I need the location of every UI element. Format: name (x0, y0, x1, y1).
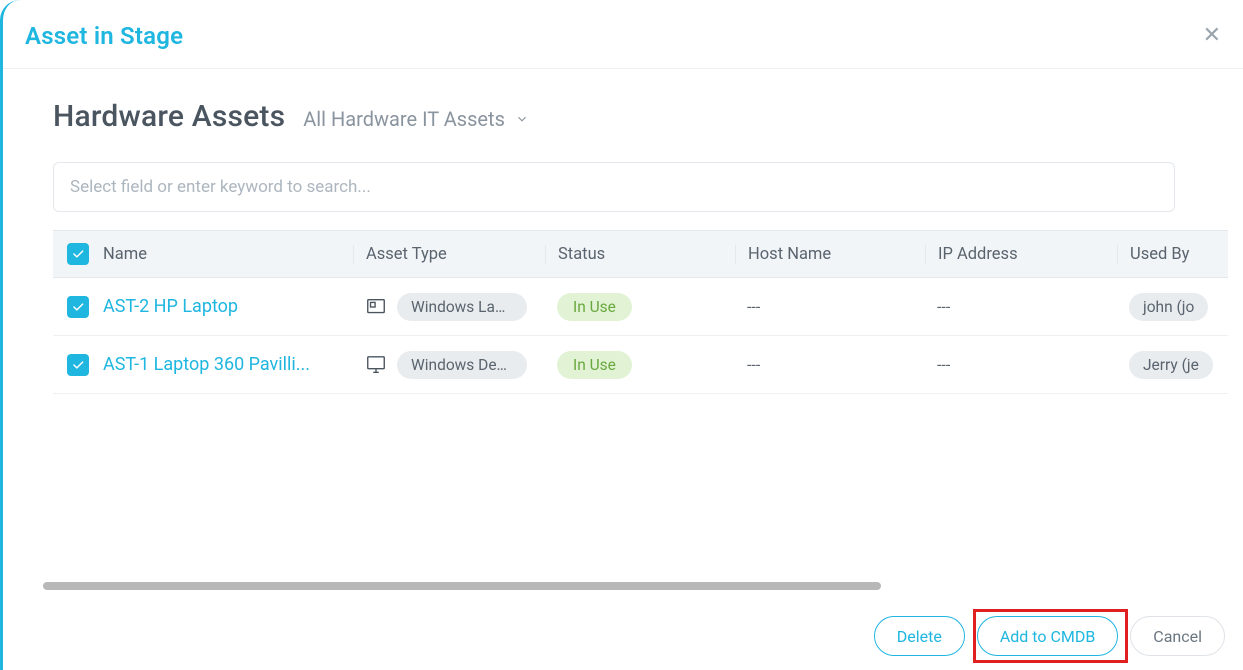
search-input[interactable] (53, 162, 1175, 212)
used-by-pill: Jerry (je (1129, 351, 1213, 379)
select-all-checkbox[interactable] (67, 243, 89, 265)
row-checkbox[interactable] (67, 296, 89, 318)
asset-type-cell: Windows Lap... (365, 293, 545, 321)
desktop-icon (365, 354, 387, 376)
column-header-asset-type[interactable]: Asset Type (353, 245, 545, 264)
host-name-value: --- (735, 355, 925, 374)
add-to-cmdb-button[interactable]: Add to CMDB (977, 616, 1118, 656)
status-badge: In Use (557, 293, 632, 321)
table-header-row: Name Asset Type Status Host Name IP Addr… (53, 230, 1228, 278)
table-row: AST-2 HP Laptop Windows Lap... In Use --… (53, 278, 1228, 336)
asset-type-cell: Windows Des... (365, 351, 545, 379)
modal-title: Asset in Stage (25, 22, 183, 50)
close-icon[interactable]: ✕ (1203, 25, 1221, 47)
asset-name-link[interactable]: AST-2 HP Laptop (103, 296, 343, 317)
filter-label: All Hardware IT Assets (303, 107, 505, 131)
laptop-icon (365, 296, 387, 318)
asset-type-pill: Windows Des... (397, 351, 527, 379)
row-checkbox[interactable] (67, 354, 89, 376)
column-header-ip-address[interactable]: IP Address (925, 245, 1117, 264)
host-name-value: --- (735, 297, 925, 316)
content-area: Hardware Assets All Hardware IT Assets N… (3, 69, 1243, 394)
asset-table: Name Asset Type Status Host Name IP Addr… (53, 230, 1228, 394)
column-header-name[interactable]: Name (103, 245, 353, 264)
column-header-host-name[interactable]: Host Name (735, 245, 925, 264)
filter-dropdown[interactable]: All Hardware IT Assets (303, 107, 529, 131)
status-badge: In Use (557, 351, 632, 379)
column-header-used-by[interactable]: Used By (1117, 245, 1228, 264)
ip-address-value: --- (925, 355, 1117, 374)
chevron-down-icon (515, 112, 529, 126)
used-by-pill: john (jo (1129, 293, 1208, 321)
modal-header: Asset in Stage ✕ (3, 0, 1243, 69)
delete-button[interactable]: Delete (874, 616, 965, 656)
cancel-button[interactable]: Cancel (1130, 616, 1225, 656)
ip-address-value: --- (925, 297, 1117, 316)
horizontal-scrollbar[interactable] (43, 582, 881, 590)
modal-footer: Delete Add to CMDB Cancel (3, 602, 1243, 670)
column-header-status[interactable]: Status (545, 245, 735, 264)
asset-type-pill: Windows Lap... (397, 293, 527, 321)
page-header: Hardware Assets All Hardware IT Assets (53, 99, 1243, 134)
asset-name-link[interactable]: AST-1 Laptop 360 Pavilli... (103, 354, 343, 375)
table-row: AST-1 Laptop 360 Pavilli... Windows Des.… (53, 336, 1228, 394)
page-title: Hardware Assets (53, 99, 285, 134)
